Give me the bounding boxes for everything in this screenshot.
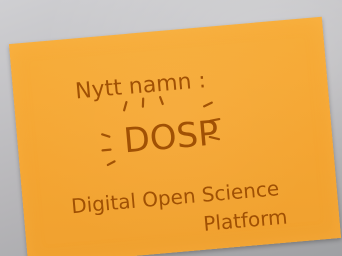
ray-mark <box>101 133 111 138</box>
ray-mark <box>202 101 213 108</box>
ray-mark <box>141 97 145 108</box>
note-expansion-line2: Platform <box>202 205 288 236</box>
ray-mark <box>123 100 128 112</box>
note-header: Nytt namn : <box>74 68 207 104</box>
photo-scene: Nytt namn : DOSP Digital Open Science Pl… <box>0 0 342 256</box>
ray-mark <box>159 96 164 106</box>
ray-mark <box>101 148 112 152</box>
handwritten-text: Nytt namn : DOSP Digital Open Science Pl… <box>70 68 288 236</box>
note-acronym: DOSP <box>122 113 220 161</box>
sticky-note: Nytt namn : DOSP Digital Open Science Pl… <box>8 16 342 256</box>
ray-mark <box>106 160 116 167</box>
